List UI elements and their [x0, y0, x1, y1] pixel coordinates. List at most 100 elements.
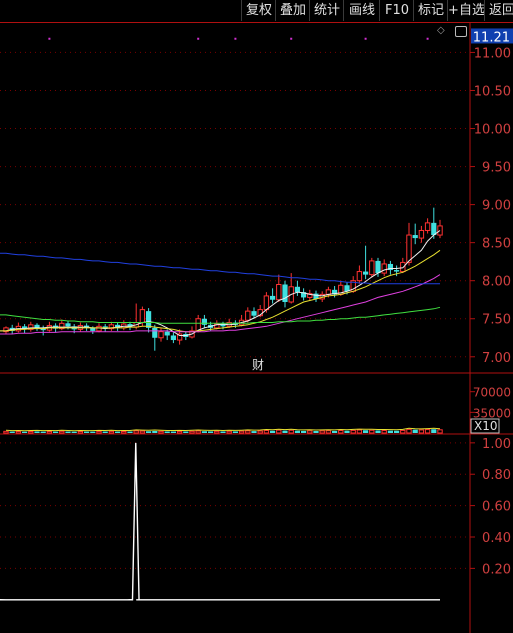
- volume-bar: [257, 430, 263, 434]
- event-marker: [290, 37, 293, 40]
- finance-annotation[interactable]: 财: [252, 358, 264, 372]
- indicator-tick-label: 0.20: [482, 562, 511, 577]
- indicator-tick-label: 0.40: [482, 531, 511, 546]
- candle-body: [381, 263, 387, 274]
- volume-bar: [344, 430, 350, 433]
- volume-bar: [325, 430, 332, 434]
- candle-body: [406, 234, 412, 263]
- volume-bar: [301, 430, 307, 433]
- volume-bar: [437, 429, 443, 434]
- volume-bar: [387, 430, 393, 433]
- volume-bar: [189, 430, 195, 434]
- y-tick-label: 7.00: [482, 351, 511, 366]
- volume-bar: [319, 430, 325, 434]
- volume-ma-line: [5, 427, 441, 432]
- volume-bar: [288, 429, 294, 434]
- current-price-label: 11.21: [473, 30, 510, 45]
- volume-multiplier-label: X10: [474, 419, 498, 433]
- volume-bar: [394, 430, 400, 433]
- y-tick-label: 9.00: [482, 199, 511, 214]
- volume-bar: [245, 430, 251, 434]
- candle-body: [65, 323, 71, 327]
- volume-bar: [146, 431, 152, 433]
- volume-bar: [108, 430, 115, 434]
- candle-body: [375, 260, 381, 274]
- candle-body: [437, 225, 443, 236]
- volume-bar: [369, 429, 375, 434]
- volume-bar: [313, 430, 319, 433]
- volume-bar: [294, 430, 300, 433]
- volume-bar: [282, 430, 288, 433]
- candle-body: [400, 261, 406, 273]
- stock-chart: 财 11.00 10.50 10.00 9.50 9.00 8.50 8.00 7.50 7.0…: [0, 22, 513, 633]
- candle-body: [412, 235, 418, 239]
- volume-bar: [53, 431, 59, 433]
- moving-average-line: [0, 306, 441, 324]
- candle-body: [139, 309, 146, 324]
- candle-body: [418, 229, 425, 239]
- volume-bar: [164, 431, 170, 433]
- volume-bar: [176, 430, 183, 434]
- volume-bar: [270, 430, 276, 433]
- volume-bar: [263, 430, 270, 434]
- volume-bar: [406, 428, 412, 434]
- volume-bar: [46, 430, 53, 434]
- candle-body: [424, 222, 431, 231]
- volume-bar: [15, 430, 22, 434]
- volume-bar: [59, 430, 65, 434]
- volume-bar: [77, 430, 84, 434]
- volume-bar: [226, 430, 232, 434]
- candle-body: [276, 284, 282, 301]
- volume-bar: [65, 431, 71, 433]
- event-marker: [426, 37, 429, 40]
- volume-bar: [40, 431, 46, 433]
- candle-body: [152, 327, 158, 338]
- candle-body: [363, 271, 369, 275]
- event-marker: [197, 37, 200, 40]
- y-tick-label: 11.00: [474, 46, 511, 61]
- volume-bar: [3, 430, 9, 434]
- candle-body: [263, 295, 270, 311]
- candle-body: [201, 318, 207, 325]
- volume-bar: [338, 430, 344, 434]
- volume-bar: [356, 429, 363, 434]
- volume-bar: [381, 430, 387, 434]
- volume-bar: [220, 431, 226, 433]
- candle-body: [294, 286, 300, 293]
- event-marker: [364, 37, 367, 40]
- y-tick-label: 9.50: [482, 161, 511, 176]
- volume-bar: [431, 429, 437, 433]
- candle-body: [158, 331, 164, 339]
- price-axis: 11.00 10.50 10.00 9.50 9.00 8.50 8.00 7.50 7.00 1…: [470, 28, 513, 577]
- y-tick-label: 8.50: [482, 237, 511, 252]
- event-marker: [48, 37, 51, 40]
- volume-bar: [84, 431, 90, 433]
- volume-bar: [133, 430, 139, 434]
- volume-bar: [34, 431, 40, 433]
- indicator-tick-label: 0.80: [482, 468, 511, 483]
- candle-body: [164, 331, 170, 336]
- volume-bar: [127, 431, 133, 433]
- volume-bar: [96, 430, 102, 434]
- volume-bar: [71, 431, 77, 433]
- volume-bar: [350, 429, 356, 434]
- y-tick-label: 7.50: [482, 313, 511, 328]
- candle-body: [245, 310, 251, 321]
- volume-bar: [201, 431, 207, 433]
- y-tick-label: 10.50: [474, 84, 511, 99]
- volume-bar: [158, 430, 164, 434]
- volume-bar: [22, 431, 28, 433]
- event-marker: [234, 37, 237, 40]
- volume-bar: [375, 430, 381, 433]
- candle-body: [369, 260, 375, 276]
- volume-bar: [183, 431, 189, 433]
- volume-bar: [214, 430, 220, 434]
- volume-bar: [208, 431, 214, 433]
- indicator-panel: [0, 442, 440, 601]
- volume-bar: [232, 431, 238, 433]
- volume-bar: [102, 431, 108, 433]
- volume-bar: [195, 430, 201, 434]
- candle-body: [170, 335, 176, 341]
- volume-bar: [418, 429, 425, 434]
- volume-bar: [90, 431, 96, 433]
